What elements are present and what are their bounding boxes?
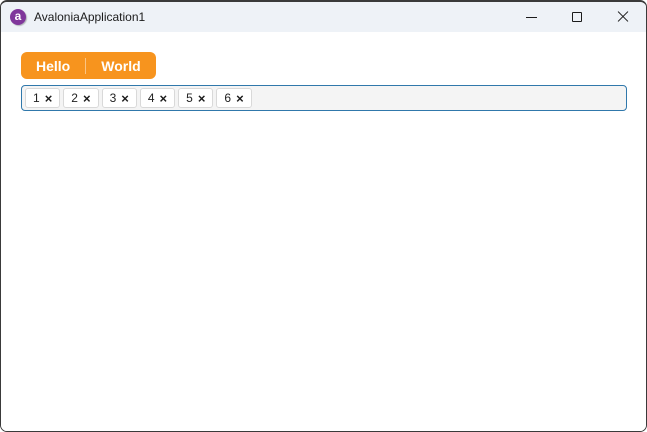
tab-hello[interactable]: Hello [21,52,85,79]
titlebar: a AvaloniaApplication1 [1,2,646,32]
close-icon [617,11,629,23]
window-title: AvaloniaApplication1 [34,10,146,24]
chip-close-icon[interactable]: × [45,92,53,105]
chip-item: 6 × [216,88,252,108]
chip-close-icon[interactable]: × [160,92,168,105]
tab-world[interactable]: World [86,52,155,79]
chip-label: 5 [186,91,193,105]
chip-label: 3 [109,91,117,105]
chip-label: 6 [224,91,232,105]
chip-label: 2 [71,91,78,105]
minimize-button[interactable] [508,2,554,32]
tab-strip: Hello World [21,52,156,79]
chip-item: 3 × [101,88,137,108]
chip-close-icon[interactable]: × [198,92,206,105]
chip-item: 5 × [178,88,214,108]
close-button[interactable] [600,2,646,32]
chip-item: 4 × [139,88,176,108]
maximize-button[interactable] [554,2,600,32]
chip-list[interactable]: 1 × 2 × 3 × 4 × 5 × 6 × [21,85,627,111]
window-controls [508,2,646,32]
client-area: Hello World 1 × 2 × 3 × 4 × 5 × 6 × [1,32,646,431]
chip-label: 1 [33,91,40,105]
chip-close-icon[interactable]: × [83,92,91,105]
chip-close-icon[interactable]: × [121,92,129,105]
chip-item: 1 × [25,88,61,108]
chip-close-icon[interactable]: × [236,92,244,105]
chip-item: 2 × [63,88,99,108]
minimize-icon [525,16,537,18]
chip-label: 4 [147,91,155,105]
avalonia-logo-icon: a [10,9,26,25]
app-window: a AvaloniaApplication1 Hello World 1 × 2 × 3… [0,0,647,432]
maximize-icon [572,12,582,22]
